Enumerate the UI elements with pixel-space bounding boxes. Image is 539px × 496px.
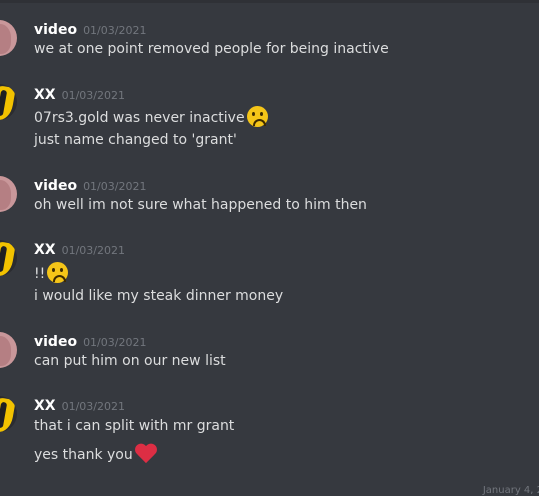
- top-divider: [0, 0, 539, 3]
- timestamp: 01/03/2021: [61, 244, 125, 257]
- message-line: yes thank you: [34, 444, 158, 464]
- message-text: we at one point removed people for being…: [34, 41, 389, 57]
- message-text: !!: [34, 266, 46, 282]
- message-text: can put him on our new list: [34, 353, 226, 369]
- avatar[interactable]: [0, 396, 17, 432]
- timestamp: 01/03/2021: [61, 400, 125, 413]
- timestamp: 01/03/2021: [83, 336, 147, 349]
- message-text: just name changed to 'grant': [34, 132, 237, 148]
- message-line: !!: [34, 262, 69, 283]
- message-header: XX 01/03/2021: [34, 239, 125, 258]
- username[interactable]: video: [34, 22, 77, 38]
- frowning-face-icon: [246, 106, 268, 127]
- avatar[interactable]: [0, 84, 17, 120]
- username[interactable]: video: [34, 178, 77, 194]
- message-text: that i can split with mr grant: [34, 418, 235, 434]
- username[interactable]: XX: [34, 87, 56, 103]
- message-header: video 01/03/2021: [34, 175, 146, 194]
- timestamp: 01/03/2021: [83, 24, 147, 37]
- message-header: video 01/03/2021: [34, 19, 146, 38]
- timestamp: 01/03/2021: [83, 180, 147, 193]
- username[interactable]: XX: [34, 398, 56, 414]
- avatar[interactable]: [0, 332, 17, 368]
- message-text: yes thank you: [34, 447, 133, 463]
- username[interactable]: video: [34, 334, 77, 350]
- date-divider-label: January 4, 2: [482, 485, 539, 496]
- heart-icon: [136, 444, 158, 464]
- message-header: video 01/03/2021: [34, 331, 146, 350]
- avatar[interactable]: [0, 240, 17, 276]
- message-header: XX 01/03/2021: [34, 84, 125, 103]
- avatar[interactable]: [0, 176, 17, 212]
- avatar[interactable]: [0, 20, 17, 56]
- frowning-face-icon: [47, 262, 69, 283]
- message-text: oh well im not sure what happened to him…: [34, 197, 367, 213]
- message-header: XX 01/03/2021: [34, 395, 125, 414]
- timestamp: 01/03/2021: [61, 89, 125, 102]
- message-line: 07rs3.gold was never inactive: [34, 106, 268, 127]
- username[interactable]: XX: [34, 242, 56, 258]
- message-text: 07rs3.gold was never inactive: [34, 110, 245, 126]
- message-text: i would like my steak dinner money: [34, 288, 284, 304]
